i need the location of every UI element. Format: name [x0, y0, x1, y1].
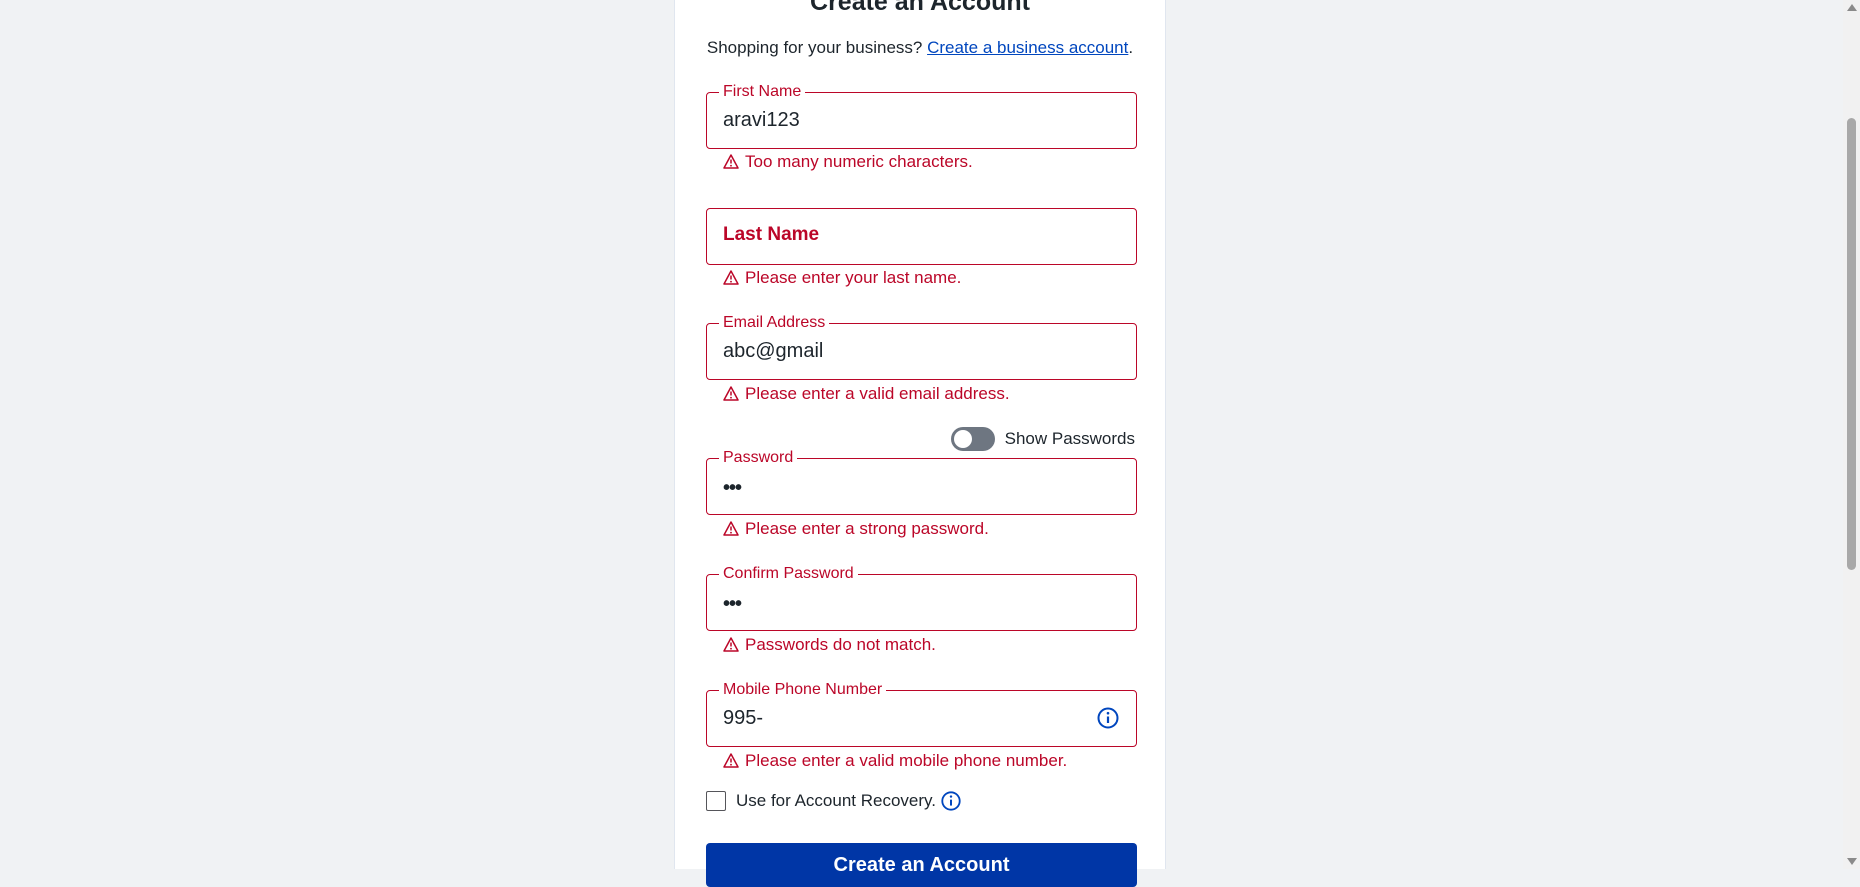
- scroll-thumb[interactable]: [1847, 118, 1856, 570]
- info-icon[interactable]: [1096, 706, 1120, 730]
- phone-value: 995-: [723, 707, 764, 729]
- first-name-label: First Name: [719, 82, 806, 102]
- email-label: Email Address: [719, 313, 830, 333]
- show-passwords-label: Show Passwords: [1004, 429, 1135, 448]
- phone-label: Mobile Phone Number: [719, 680, 887, 700]
- toggle-knob: [953, 430, 972, 448]
- show-passwords-toggle[interactable]: [950, 427, 995, 451]
- scroll-down-icon[interactable]: [1847, 858, 1857, 865]
- info-icon[interactable]: [940, 790, 962, 812]
- first-name-error: Too many numeric characters.: [723, 152, 973, 172]
- last-name-label: Last Name: [723, 224, 820, 245]
- scrollbar[interactable]: [1843, 0, 1860, 869]
- email-error: Please enter a valid email address.: [723, 384, 1010, 404]
- last-name-error-text: Please enter your last name.: [745, 268, 962, 287]
- warning-icon: [723, 521, 739, 536]
- warning-icon: [723, 386, 739, 401]
- subtitle-suffix: .: [1128, 38, 1134, 57]
- business-account-link[interactable]: Create a business account: [927, 38, 1128, 57]
- phone-error-text: Please enter a valid mobile phone number…: [745, 751, 1068, 770]
- password-error-text: Please enter a strong password.: [745, 519, 989, 538]
- warning-icon: [723, 753, 739, 768]
- last-name-field[interactable]: Last Name: [706, 208, 1137, 265]
- password-error: Please enter a strong password.: [723, 519, 989, 539]
- password-field[interactable]: Password •••: [706, 448, 1137, 515]
- create-account-button[interactable]: Create an Account: [706, 843, 1137, 887]
- show-passwords-row: Show Passwords: [950, 425, 1135, 453]
- signup-card: Create an Account Shopping for your busi…: [674, 0, 1166, 887]
- email-value: abc@gmail: [723, 340, 824, 362]
- confirm-password-value: •••: [723, 593, 742, 615]
- warning-icon: [723, 637, 739, 652]
- phone-error: Please enter a valid mobile phone number…: [723, 751, 1067, 771]
- last-name-error: Please enter your last name.: [723, 268, 961, 288]
- confirm-password-error-text: Passwords do not match.: [745, 635, 936, 654]
- business-account-prompt: Shopping for your business? Create a bus…: [675, 38, 1165, 58]
- first-name-value: aravi123: [723, 109, 800, 131]
- first-name-field[interactable]: First Name aravi123: [706, 82, 1137, 149]
- password-label: Password: [719, 448, 798, 468]
- password-value: •••: [723, 477, 742, 499]
- subtitle-text: Shopping for your business?: [706, 38, 928, 57]
- phone-field[interactable]: Mobile Phone Number 995-: [706, 680, 1137, 747]
- account-recovery-row: Use for Account Recovery.: [706, 790, 962, 812]
- confirm-password-field[interactable]: Confirm Password •••: [706, 564, 1137, 631]
- account-recovery-label: Use for Account Recovery.: [736, 791, 936, 810]
- page-title: Create an Account: [810, 0, 1030, 16]
- warning-icon: [723, 270, 739, 285]
- confirm-password-label: Confirm Password: [719, 564, 858, 584]
- email-field[interactable]: Email Address abc@gmail: [706, 313, 1137, 380]
- email-error-text: Please enter a valid email address.: [745, 384, 1010, 403]
- first-name-error-text: Too many numeric characters.: [745, 152, 973, 171]
- warning-icon: [723, 154, 739, 169]
- account-recovery-checkbox[interactable]: [706, 791, 726, 811]
- confirm-password-error: Passwords do not match.: [723, 635, 936, 655]
- scroll-up-icon[interactable]: [1847, 4, 1857, 11]
